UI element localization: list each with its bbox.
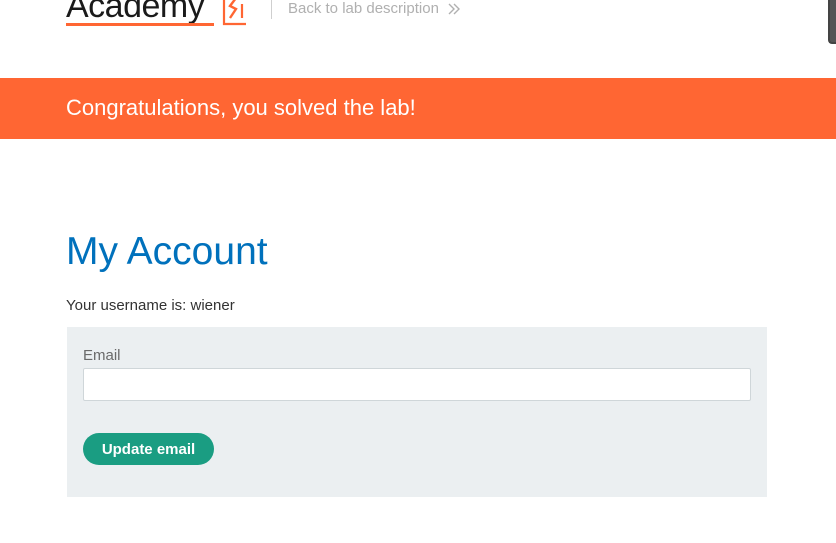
- lab-solved-banner: Congratulations, you solved the lab!: [0, 78, 836, 139]
- corner-widget[interactable]: [828, 0, 836, 44]
- page-title: My Account: [66, 230, 268, 273]
- bolt-icon: [222, 0, 246, 26]
- email-label: Email: [83, 347, 121, 364]
- change-email-form: Email Update email: [67, 327, 767, 497]
- back-link-label: Back to lab description: [288, 0, 439, 17]
- back-to-lab-description-link[interactable]: Back to lab description: [288, 0, 461, 17]
- banner-message: Congratulations, you solved the lab!: [66, 95, 416, 120]
- header-divider: [271, 0, 272, 19]
- double-chevron-right-icon: [448, 3, 460, 14]
- logo-underline: [66, 23, 214, 26]
- academy-logo[interactable]: Academy: [66, 0, 246, 28]
- site-header: Academy Back to lab description: [0, 0, 836, 78]
- email-input[interactable]: [83, 368, 751, 401]
- username-text: Your username is: wiener: [66, 297, 235, 314]
- update-email-button[interactable]: Update email: [83, 433, 214, 465]
